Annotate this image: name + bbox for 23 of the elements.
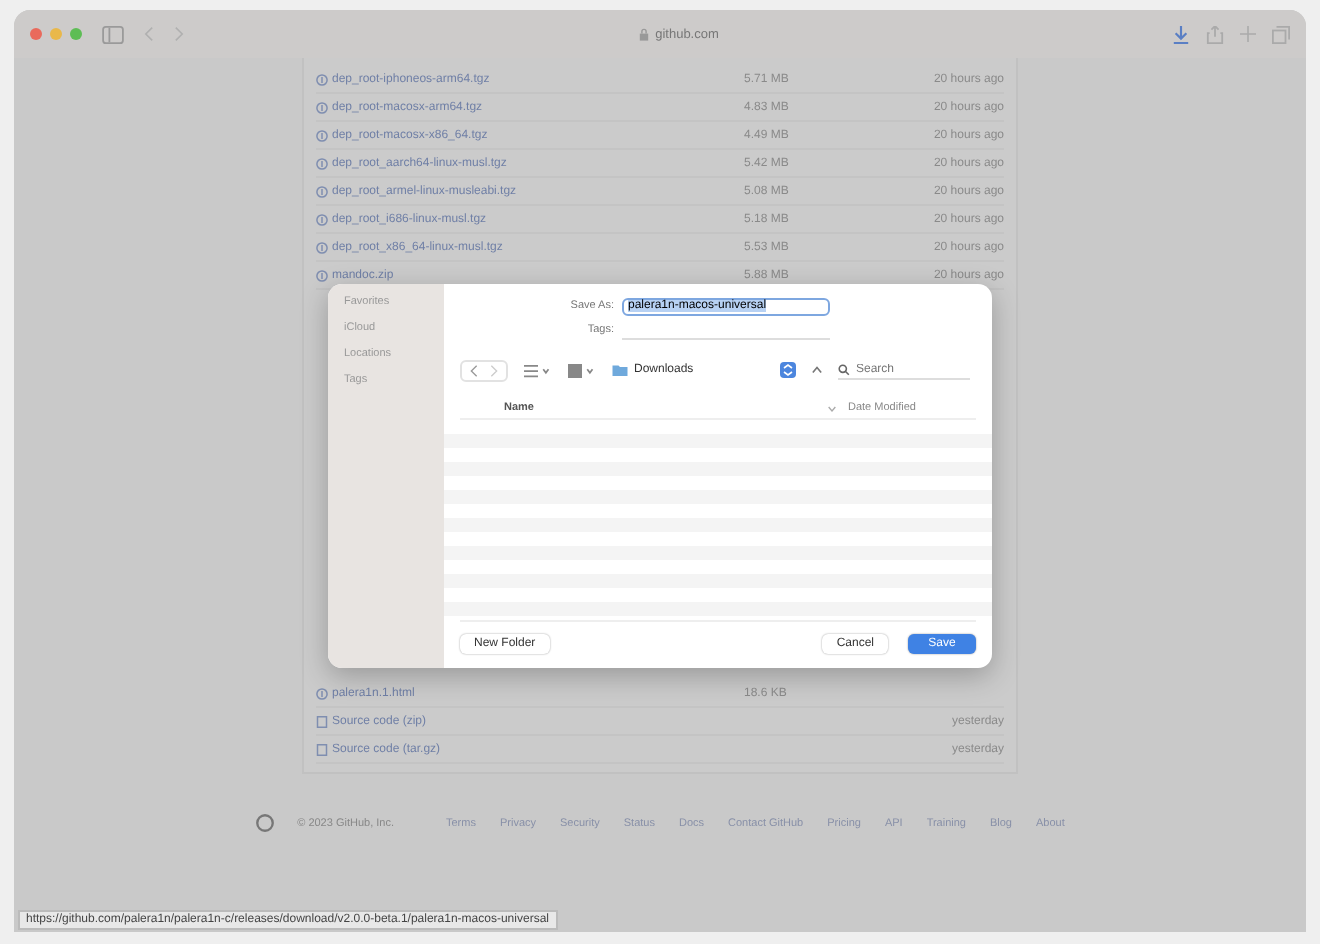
back-forward-control[interactable] (460, 359, 508, 381)
back-icon[interactable] (470, 363, 478, 377)
new-tab-icon[interactable] (1240, 26, 1256, 42)
forward-icon[interactable] (174, 26, 184, 42)
file-icon (316, 743, 328, 755)
minimize-button[interactable] (50, 28, 62, 40)
tabs-icon[interactable] (1272, 25, 1290, 43)
share-icon[interactable] (1206, 25, 1224, 43)
lock-icon (637, 27, 650, 41)
sort-caret-icon[interactable] (828, 405, 836, 411)
folder-icon (612, 364, 628, 376)
back-icon[interactable] (144, 26, 154, 42)
download-icon[interactable] (1172, 25, 1190, 43)
expand-caret-icon[interactable] (812, 366, 822, 374)
sidebar-icon[interactable] (102, 25, 124, 43)
zoom-button[interactable] (70, 28, 82, 40)
up-down-chevrons-icon[interactable] (780, 362, 796, 378)
file-icon (316, 715, 328, 727)
close-button[interactable] (30, 28, 42, 40)
search-icon (838, 363, 850, 375)
forward-icon[interactable] (490, 363, 498, 377)
group-view-icon[interactable] (568, 363, 596, 377)
list-view-icon[interactable] (524, 363, 552, 377)
